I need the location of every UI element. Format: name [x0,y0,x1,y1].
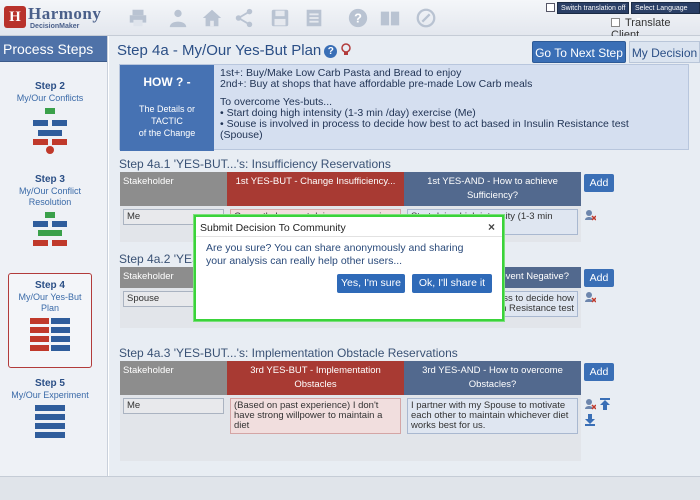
logo-name: Harmony [28,4,102,23]
translate-client-checkbox[interactable] [611,18,620,27]
stakeholder-field[interactable]: Me [123,398,224,414]
how-title: HOW ? - [143,75,191,89]
step-label: My/Our Experiment [11,390,89,400]
print-icon[interactable] [126,6,150,30]
how-subtitle: The Details or TACTIC of the Change [120,103,214,139]
go-to-next-step-button[interactable]: Go To Next Step [532,41,626,63]
ok-share-it-button[interactable]: Ok, I'll share it [412,274,492,293]
how-subtitle-line: of the Change [138,128,196,138]
sidebar-step-4[interactable]: Step 4 My/Our Yes-But Plan [8,273,92,368]
step-label: My/Our Yes-But Plan [18,292,82,313]
page-title: Step 4a - My/Our Yes-But Plan? [117,42,352,59]
column-header-yes-and: 1st YES-AND - How to achieve Sufficiency… [404,172,581,206]
how-subtitle-line: The Details or [138,104,196,114]
column-header-stakeholder: Stakeholder [120,361,227,395]
logo-subtitle: DecisionMaker [30,23,80,30]
sidebar-step-5[interactable]: Step 5 My/Our Experiment [8,378,92,443]
add-button[interactable]: Add [584,363,614,381]
table-cell: (Based on past experience) I don't have … [227,395,404,461]
sidebar-step-3[interactable]: Step 3 My/Our Conflict Resolution [8,174,92,250]
delete-user-icon[interactable] [584,291,596,303]
book-icon[interactable] [378,6,402,30]
dialog-message: Are you sure? You can share anonymously … [206,242,464,267]
add-cell: Add [581,361,691,395]
how-line: 2nd+: Buy at shops that have affordable … [220,78,533,90]
switch-translation-checkbox[interactable] [546,3,555,12]
step-number: Step 5 [34,378,65,389]
lightbulb-icon[interactable] [340,43,352,57]
select-language-label: Select Language [635,5,688,12]
users-icon[interactable] [166,6,190,30]
table-4a3: Stakeholder 3rd YES-BUT - Implementation… [120,361,691,461]
logo-mark: H [4,6,26,28]
submit-decision-dialog: Submit Decision To Community × Are you s… [194,215,504,321]
help-icon[interactable]: ? [324,45,338,58]
table-cell: I partner with my Spouse to motivate eac… [404,395,581,461]
yes-but-field[interactable]: (Based on past experience) I don't have … [230,398,401,434]
footer-bar [0,476,700,500]
save-icon[interactable] [268,6,292,30]
sidebar-step-2[interactable]: Step 2 My/Our Conflicts [8,81,92,154]
list-icon[interactable] [302,6,326,30]
top-toolbar: H Harmony DecisionMaker ? Switch transla… [0,0,700,41]
sidebar-title: Process Steps [0,36,107,62]
svg-text:?: ? [354,11,362,26]
table-cell: Me [120,395,227,461]
close-icon[interactable]: × [488,220,495,234]
add-cell: Add [581,172,691,206]
add-button[interactable]: Add [584,269,614,287]
select-language-dropdown[interactable]: Select Language ▼ [631,2,700,24]
row-actions [581,288,691,328]
add-button[interactable]: Add [584,174,614,192]
tab-my-decision[interactable]: My Decision [629,41,700,63]
process-steps-sidebar: Process Steps Step 2 My/Our Conflicts St… [0,36,108,476]
resolution-diagram-icon [33,212,67,246]
step-number: Step 4 [34,280,65,291]
yes-and-field[interactable]: I partner with my Spouse to motivate eac… [407,398,578,434]
switch-translation-button[interactable]: Switch translation off [557,2,630,14]
how-line: • Souse is involved in process to decide… [220,118,629,130]
row-actions [581,206,691,242]
row-actions [581,395,691,461]
section-title-4a1: Step 4a.1 'YES-BUT...'s: Insufficiency R… [119,157,391,171]
add-cell: Add [581,267,691,288]
how-line: (Spouse) [220,129,263,141]
yes-im-sure-button[interactable]: Yes, I'm sure [337,274,405,293]
plan-diagram-icon [30,318,70,351]
how-details: 1st+: Buy/Make Low Carb Pasta and Bread … [220,68,629,141]
step-number: Step 2 [34,81,65,92]
share-icon[interactable] [232,6,256,30]
compass-icon[interactable] [414,6,438,30]
conflict-diagram-icon [33,108,67,154]
how-label-block: HOW ? - The Details or TACTIC of the Cha… [120,65,214,151]
step-number: Step 3 [34,174,65,185]
step-label: My/Our Conflict Resolution [18,186,81,207]
column-header-yes-and: 3rd YES-AND - How to overcome Obstacles? [404,361,581,395]
section-title-4a3: Step 4a.3 'YES-BUT...'s: Implementation … [119,346,458,360]
dialog-title: Submit Decision To Community [200,222,346,234]
home-icon[interactable] [200,6,224,30]
delete-user-icon[interactable] [584,209,596,221]
move-to-bottom-icon[interactable] [584,414,596,426]
column-header-stakeholder: Stakeholder [120,172,227,206]
brand-logo[interactable]: H Harmony DecisionMaker [4,4,102,32]
page-title-text: Step 4a - My/Our Yes-But Plan [117,42,322,59]
section-title-4a2: Step 4a.2 'YES [119,252,201,266]
dialog-divider [196,236,502,237]
help-icon[interactable]: ? [346,6,370,30]
how-subtitle-line: TACTIC [151,116,183,126]
column-header-yes-but: 3rd YES-BUT - Implementation Obstacles [227,361,404,395]
experiment-diagram-icon [35,405,65,438]
step-label: My/Our Conflicts [16,93,84,103]
how-panel: HOW ? - The Details or TACTIC of the Cha… [119,64,689,151]
column-header-yes-but: 1st YES-BUT - Change Insufficiency... [227,172,404,206]
delete-user-icon[interactable] [584,398,596,410]
move-to-top-icon[interactable] [599,398,611,410]
